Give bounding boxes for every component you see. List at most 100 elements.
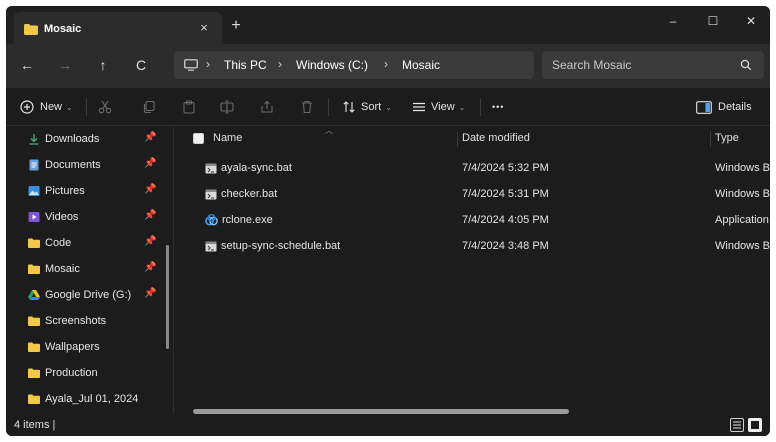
batch-file-icon <box>205 189 217 199</box>
breadcrumb-mosaic[interactable]: Mosaic <box>402 58 440 72</box>
chevron-down-icon: ⌄ <box>66 102 73 112</box>
sidebar-item-label: Google Drive (G:) <box>45 289 132 301</box>
sidebar-item-label: Production <box>45 367 98 379</box>
scissors-icon <box>98 100 112 114</box>
minimize-button[interactable]: – <box>662 12 684 30</box>
file-type: Windows Ba <box>715 162 770 174</box>
list-view-icon <box>413 102 425 112</box>
view-button[interactable]: View ⌄ <box>412 96 465 118</box>
download-icon <box>29 134 39 145</box>
sidebar-scrollbar[interactable] <box>166 245 169 349</box>
sidebar-item-label: Mosaic <box>45 263 80 275</box>
tab-close-button[interactable]: × <box>196 20 212 36</box>
new-button[interactable]: New ⌄ <box>20 96 73 118</box>
rename-button[interactable] <box>220 96 234 118</box>
videos-icon <box>28 212 40 222</box>
sidebar-item-label: Screenshots <box>45 315 107 327</box>
column-divider[interactable] <box>710 131 711 147</box>
sidebar-item-label: Documents <box>45 159 101 171</box>
more-options-button[interactable]: ••• <box>492 96 504 118</box>
file-name-cell: rclone.exe <box>205 214 273 226</box>
breadcrumb-windows-c[interactable]: Windows (C:) <box>296 58 368 72</box>
search-box[interactable]: Search Mosaic <box>542 51 764 79</box>
share-icon <box>261 100 273 113</box>
item-count: 4 items | <box>14 419 56 431</box>
address-bar[interactable]: › This PC › Windows (C:) › Mosaic <box>174 51 534 79</box>
breadcrumb-this-pc[interactable]: This PC <box>224 58 267 72</box>
file-name-cell: ayala-sync.bat <box>205 162 292 174</box>
file-name: setup-sync-schedule.bat <box>221 240 341 252</box>
sidebar-item-videos[interactable]: Videos 📌 <box>28 207 168 227</box>
forward-button[interactable]: → <box>54 54 76 76</box>
plus-circle-icon <box>20 100 34 114</box>
copy-button[interactable] <box>142 96 156 118</box>
more-icon: ••• <box>492 102 505 112</box>
sidebar-item-google-drive[interactable]: Google Drive (G:) 📌 <box>28 285 168 305</box>
details-view-icon <box>733 421 741 429</box>
sidebar-item-ayala-jul-01-2024[interactable]: Ayala_Jul 01, 2024 <box>28 389 168 409</box>
sort-ascending-icon: ︿ <box>325 127 333 135</box>
command-bar: New ⌄ Sort ⌄ View ⌄ ••• Details <box>6 88 770 126</box>
file-name-cell: setup-sync-schedule.bat <box>205 240 340 252</box>
batch-file-icon <box>205 241 217 251</box>
search-input[interactable]: Search Mosaic <box>552 58 631 72</box>
share-button[interactable] <box>260 96 274 118</box>
sidebar-item-label: Downloads <box>45 133 100 145</box>
file-date: 7/4/2024 3:48 PM <box>462 240 549 252</box>
sidebar-item-screenshots[interactable]: Screenshots <box>28 311 168 331</box>
close-window-button[interactable]: ✕ <box>740 12 762 30</box>
file-date: 7/4/2024 4:05 PM <box>462 214 549 226</box>
folder-icon <box>24 24 38 35</box>
sidebar-item-wallpapers[interactable]: Wallpapers <box>28 337 168 357</box>
pin-icon: 📌 <box>144 132 157 143</box>
details-view-button[interactable] <box>730 418 744 432</box>
file-row[interactable]: checker.bat 7/4/2024 5:31 PM Windows Ba <box>175 183 770 207</box>
up-button[interactable]: ↑ <box>92 54 114 76</box>
chevron-down-icon: ⌄ <box>385 102 392 112</box>
select-all-checkbox[interactable] <box>193 132 204 144</box>
clipboard-icon <box>183 100 195 114</box>
details-label: Details <box>718 101 752 113</box>
details-pane-button[interactable]: Details <box>696 96 752 118</box>
file-row[interactable]: ayala-sync.bat 7/4/2024 5:32 PM Windows … <box>175 157 770 181</box>
chevron-down-icon: ⌄ <box>458 102 466 112</box>
sidebar-item-mosaic[interactable]: Mosaic 📌 <box>28 259 168 279</box>
tiles-view-button[interactable] <box>748 418 762 432</box>
sidebar-item-documents[interactable]: Documents 📌 <box>28 155 168 175</box>
new-tab-button[interactable]: + <box>228 18 244 34</box>
file-name-cell: checker.bat <box>205 188 277 200</box>
folder-icon <box>28 368 40 378</box>
file-date: 7/4/2024 5:32 PM <box>462 162 549 174</box>
sort-label: Sort <box>361 101 382 113</box>
column-divider[interactable] <box>457 131 458 147</box>
column-header-date-modified[interactable]: Date modified <box>462 127 530 149</box>
breadcrumb-separator: › <box>278 57 282 71</box>
column-header-type[interactable]: Type <box>715 127 739 149</box>
tiles-view-icon <box>751 421 759 429</box>
paste-button[interactable] <box>182 96 196 118</box>
back-button[interactable]: ← <box>16 54 38 76</box>
file-list: Name ︿ Date modified Type ayala-sync.bat… <box>175 127 770 414</box>
view-label: View <box>431 101 455 113</box>
sidebar-item-label: Pictures <box>45 185 85 197</box>
folder-icon <box>28 238 40 248</box>
file-type: Windows Ba <box>715 240 770 252</box>
rename-icon <box>220 100 234 114</box>
sidebar-item-pictures[interactable]: Pictures 📌 <box>28 181 168 201</box>
file-row[interactable]: rclone.exe 7/4/2024 4:05 PM Application <box>175 209 770 233</box>
tab-mosaic[interactable]: Mosaic × <box>14 12 222 44</box>
file-date: 7/4/2024 5:31 PM <box>462 188 549 200</box>
pin-icon: 📌 <box>144 184 157 195</box>
sidebar-item-downloads[interactable]: Downloads 📌 <box>28 129 168 149</box>
maximize-button[interactable]: ☐ <box>702 12 724 30</box>
sort-button[interactable]: Sort ⌄ <box>342 96 392 118</box>
sidebar-item-production[interactable]: Production <box>28 363 168 383</box>
navigation-bar: ← → ↑ C › This PC › Windows (C:) › Mosai… <box>6 44 770 88</box>
cut-button[interactable] <box>98 96 112 118</box>
file-row[interactable]: setup-sync-schedule.bat 7/4/2024 3:48 PM… <box>175 235 770 259</box>
column-header-name[interactable]: Name <box>193 127 242 149</box>
refresh-button[interactable]: C <box>130 54 152 76</box>
delete-button[interactable] <box>300 96 314 118</box>
sidebar-item-code[interactable]: Code 📌 <box>28 233 168 253</box>
pin-icon: 📌 <box>144 158 157 169</box>
